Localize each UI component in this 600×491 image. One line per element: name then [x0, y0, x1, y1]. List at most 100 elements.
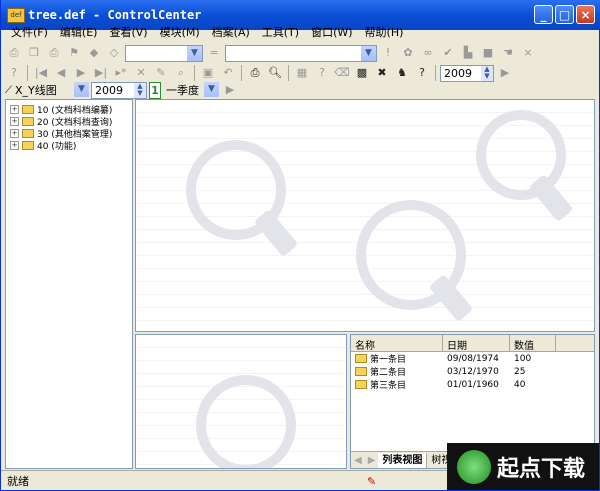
check-icon[interactable]: ✔ — [439, 44, 457, 62]
menu-view[interactable]: 查看(V) — [103, 22, 153, 41]
print-icon[interactable]: ⎙ — [5, 44, 23, 62]
column-header-date[interactable]: 日期 — [443, 335, 510, 352]
spin-arrows-icon[interactable]: ▲ ▼ — [481, 65, 493, 81]
spin-arrows-icon[interactable]: ▲ ▼ — [134, 82, 146, 98]
print-preview-icon[interactable]: ⎙ — [45, 44, 63, 62]
copy-icon[interactable]: ❐ — [25, 44, 43, 62]
tree-node[interactable]: +20 (文档科档查询) — [6, 115, 132, 128]
chart-year-spinner[interactable]: 2009 ▲ ▼ — [91, 81, 147, 99]
link-icon[interactable]: ∞ — [419, 44, 437, 62]
menu-window[interactable]: 窗口(W) — [305, 22, 358, 41]
menu-module[interactable]: 模块(M) — [154, 22, 206, 41]
menu-help[interactable]: 帮助(H) — [359, 22, 410, 41]
column-header-name[interactable]: 名称 — [351, 335, 443, 352]
chevron-down-icon[interactable]: ▼ — [361, 45, 376, 61]
chevron-down-icon[interactable]: ▼ — [187, 45, 202, 61]
play-icon[interactable]: ▶ — [496, 64, 514, 82]
expand-icon[interactable]: + — [10, 116, 19, 126]
maximize-button[interactable]: □ — [555, 5, 574, 24]
folder-icon — [355, 380, 367, 389]
tools-icon[interactable]: ✖ — [373, 64, 391, 82]
forward-icon[interactable]: ◇ — [105, 44, 123, 62]
item-name: 第三条目 — [370, 381, 407, 391]
tree-node[interactable]: +30 (其他档案管理) — [6, 127, 132, 140]
download-logo-icon — [457, 449, 491, 484]
chevron-down-icon[interactable]: ▼ — [204, 81, 219, 97]
separator — [241, 65, 242, 81]
printer-icon[interactable]: ⎙ — [246, 64, 264, 82]
status-text: 就绪 — [7, 475, 29, 488]
watermark-logo: 起点下载 — [447, 443, 599, 490]
field-combo[interactable]: ▼ — [125, 44, 203, 62]
tree-node[interactable]: +10 (文档科档编纂) — [6, 103, 132, 116]
back-icon[interactable]: ◆ — [85, 44, 103, 62]
folder-icon — [22, 140, 34, 150]
folder-icon — [355, 367, 367, 376]
folder-icon — [355, 354, 367, 363]
tab-scroll-left-icon[interactable]: ◀ — [351, 455, 365, 466]
detail-pane[interactable] — [135, 334, 347, 469]
expand-icon[interactable]: + — [10, 128, 19, 138]
folder-icon — [22, 104, 34, 114]
period-value: 一季度 — [166, 84, 199, 97]
item-value: 100 — [514, 353, 532, 364]
question-icon[interactable]: ? — [313, 64, 331, 82]
bookmark-icon[interactable]: ▙ — [459, 44, 477, 62]
period-number: 1 — [151, 83, 159, 97]
close-button[interactable]: × — [576, 5, 595, 24]
item-date: 03/12/1970 — [447, 366, 499, 377]
application-window: def tree.def - ControlCenter _ □ × 文件(F)… — [0, 0, 600, 491]
list-item[interactable]: 第二条目 03/12/1970 25 — [351, 365, 594, 378]
minimize-button[interactable]: _ — [534, 5, 553, 24]
table-icon[interactable]: ▦ — [293, 64, 311, 82]
menu-archive[interactable]: 档案(A) — [206, 22, 256, 41]
stop-icon[interactable]: ■ — [479, 44, 497, 62]
separator — [435, 65, 436, 81]
period-combo[interactable]: 一季度 ▼ — [163, 81, 219, 99]
tab-list-view[interactable]: 列表视图 — [378, 452, 428, 468]
clear-icon[interactable]: ⌫ — [333, 64, 351, 82]
tree-node[interactable]: +40 (功能) — [6, 139, 132, 152]
navigation-tree: +10 (文档科档编纂) +20 (文档科档查询) +30 (其他档案管理) +… — [5, 99, 133, 469]
expand-icon[interactable]: + — [10, 104, 19, 114]
menu-file[interactable]: 文件(F) — [5, 22, 54, 41]
item-name: 第二条目 — [370, 368, 407, 378]
expand-icon[interactable]: + — [10, 140, 19, 150]
list-item[interactable]: 第一条目 09/08/1974 100 — [351, 352, 594, 365]
item-value: 40 — [514, 379, 526, 390]
line-chart-icon: ⟋ — [5, 84, 12, 96]
close-small-icon[interactable]: × — [519, 44, 537, 62]
folder-icon — [22, 128, 34, 138]
hand-icon[interactable]: ☚ — [499, 44, 517, 62]
menu-edit[interactable]: 编辑(E) — [54, 22, 104, 41]
column-header-value[interactable]: 数值 — [510, 335, 556, 352]
tab-scroll-right-icon[interactable]: ▶ — [365, 455, 379, 466]
list-item[interactable]: 第三条目 01/01/1960 40 — [351, 378, 594, 391]
period-number-box[interactable]: 1 — [149, 81, 161, 99]
equals-icon[interactable]: = — [205, 44, 223, 62]
app-icon: def — [7, 8, 25, 23]
play-icon[interactable]: ▶ — [221, 81, 239, 99]
exclamation-icon[interactable]: ! — [379, 44, 397, 62]
formula-combo[interactable]: ▼ — [225, 44, 377, 62]
year-spinner[interactable]: 2009 ▲ ▼ — [440, 64, 494, 82]
menu-bar: 文件(F) 编辑(E) 查看(V) 模块(M) 档案(A) 工具(T) 窗口(W… — [5, 22, 409, 41]
item-value: 25 — [514, 366, 526, 377]
menu-tools[interactable]: 工具(T) — [256, 22, 305, 41]
item-name: 第一条目 — [370, 355, 407, 365]
flag-icon[interactable]: ⚑ — [65, 44, 83, 62]
preview-icon[interactable]: 🔍︎ — [266, 64, 284, 82]
chevron-down-icon[interactable]: ▼ — [74, 81, 89, 97]
list-header: 名称 日期 数值 — [351, 335, 594, 352]
separator — [288, 65, 289, 81]
year-value: 2009 — [444, 66, 472, 80]
help-cursor-icon[interactable]: ? — [413, 64, 431, 82]
binoculars-icon[interactable]: ♞ — [393, 64, 411, 82]
magnifier-watermark-icon — [196, 375, 296, 468]
chart-type-combo[interactable]: ⟋ X_Y线图 ▼ — [5, 81, 89, 99]
chart-year-value: 2009 — [95, 83, 123, 97]
main-content-pane[interactable] — [135, 99, 595, 332]
watermark-text: 起点下载 — [497, 456, 586, 482]
gear-icon[interactable]: ✿ — [399, 44, 417, 62]
grid-icon[interactable]: ▩ — [353, 64, 371, 82]
